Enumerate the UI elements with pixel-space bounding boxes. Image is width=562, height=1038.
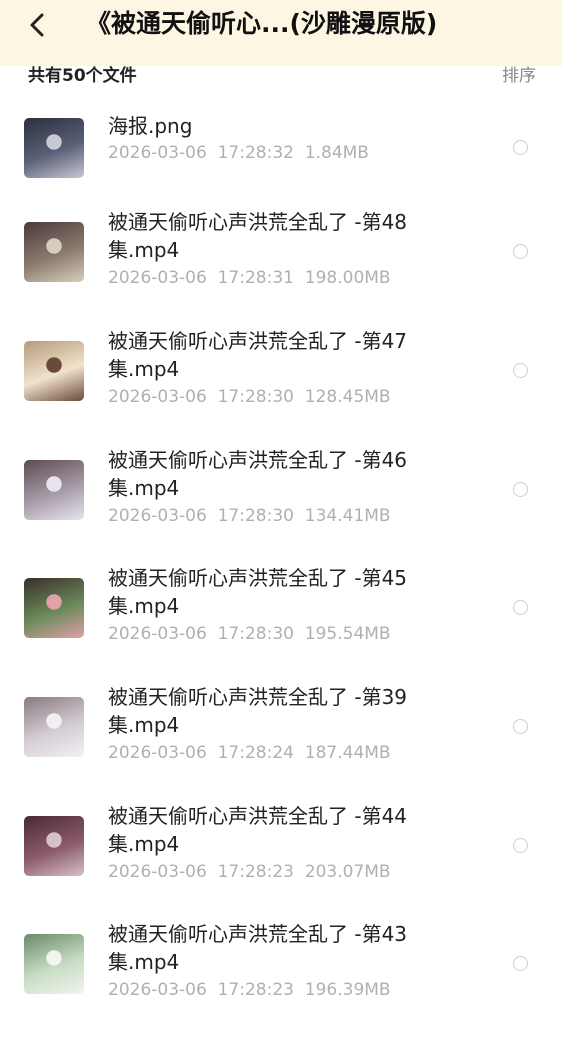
file-time: 17:28:23 xyxy=(217,862,294,882)
file-time: 17:28:32 xyxy=(217,143,294,163)
chevron-left-icon xyxy=(30,13,44,37)
file-date: 2026-03-06 xyxy=(108,980,207,1000)
file-thumbnail xyxy=(24,222,84,282)
select-radio[interactable] xyxy=(513,838,528,853)
file-date: 2026-03-06 xyxy=(108,624,207,644)
file-name: 被通天偷听心声洪荒全乱了 -第44 xyxy=(108,804,408,828)
select-radio[interactable] xyxy=(513,244,528,259)
file-name: 被通天偷听心声洪荒全乱了 -第46 xyxy=(108,448,408,472)
file-date: 2026-03-06 xyxy=(108,506,207,526)
file-name-continued: 集.mp4 xyxy=(108,238,180,262)
file-size: 196.39MB xyxy=(304,980,391,1000)
file-time: 17:28:30 xyxy=(217,387,294,407)
file-list-item[interactable]: 被通天偷听心声洪荒全乱了 -第39 集.mp4 2026-03-06 17:28:2… xyxy=(0,683,562,801)
file-date: 2026-03-06 xyxy=(108,743,207,763)
file-size: 203.07MB xyxy=(304,862,391,882)
file-size: 198.00MB xyxy=(304,268,391,288)
file-meta: 2026-03-06 17:28:30 195.54MB xyxy=(108,622,391,646)
page-title: 《被通天偷听心...(沙雕漫原版) xyxy=(86,9,438,38)
file-name: 被通天偷听心声洪荒全乱了 -第39 xyxy=(108,685,408,709)
file-thumbnail xyxy=(24,578,84,638)
select-radio[interactable] xyxy=(513,363,528,378)
file-date: 2026-03-06 xyxy=(108,268,207,288)
file-date: 2026-03-06 xyxy=(108,862,207,882)
file-name-continued: 集.mp4 xyxy=(108,832,180,856)
file-name-continued: 集.mp4 xyxy=(108,950,180,974)
file-time: 17:28:30 xyxy=(217,506,294,526)
file-meta: 2026-03-06 17:28:23 203.07MB xyxy=(108,860,391,884)
file-name-continued: 集.mp4 xyxy=(108,357,180,381)
select-radio[interactable] xyxy=(513,719,528,734)
file-meta: 2026-03-06 17:28:24 187.44MB xyxy=(108,741,391,765)
file-size: 128.45MB xyxy=(304,387,391,407)
file-date: 2026-03-06 xyxy=(108,387,207,407)
file-thumbnail xyxy=(24,118,84,178)
file-thumbnail xyxy=(24,341,84,401)
file-list-item[interactable]: 被通天偷听心声洪荒全乱了 -第45 集.mp4 2026-03-06 17:28:3… xyxy=(0,564,562,682)
file-date: 2026-03-06 xyxy=(108,143,207,163)
select-radio[interactable] xyxy=(513,956,528,971)
file-time: 17:28:31 xyxy=(217,268,294,288)
file-list-item[interactable]: 被通天偷听心声洪荒全乱了 -第48 集.mp4 2026-03-06 17:28:3… xyxy=(0,208,562,326)
file-name: 被通天偷听心声洪荒全乱了 -第43 xyxy=(108,922,408,946)
file-time: 17:28:30 xyxy=(217,624,294,644)
select-radio[interactable] xyxy=(513,140,528,155)
file-time: 17:28:24 xyxy=(217,743,294,763)
file-meta: 2026-03-06 17:28:30 128.45MB xyxy=(108,385,391,409)
file-size: 134.41MB xyxy=(304,506,391,526)
select-radio[interactable] xyxy=(513,600,528,615)
app-header: 《被通天偷听心...(沙雕漫原版) xyxy=(0,0,562,66)
file-name-continued: 集.mp4 xyxy=(108,713,180,737)
file-name: 被通天偷听心声洪荒全乱了 -第48 xyxy=(108,210,408,234)
select-radio[interactable] xyxy=(513,482,528,497)
file-meta: 2026-03-06 17:28:23 196.39MB xyxy=(108,978,391,1002)
file-thumbnail xyxy=(24,697,84,757)
file-time: 17:28:23 xyxy=(217,980,294,1000)
file-meta: 2026-03-06 17:28:30 134.41MB xyxy=(108,504,391,528)
file-count-label: 共有50个文件 xyxy=(28,66,137,86)
file-name-continued: 集.mp4 xyxy=(108,594,180,618)
sort-button[interactable]: 排序 xyxy=(502,64,536,88)
file-name: 海报.png xyxy=(108,114,193,138)
file-list-item[interactable]: 被通天偷听心声洪荒全乱了 -第46 集.mp4 2026-03-06 17:28:3… xyxy=(0,446,562,564)
file-name: 被通天偷听心声洪荒全乱了 -第47 xyxy=(108,329,408,353)
file-meta: 2026-03-06 17:28:31 198.00MB xyxy=(108,266,391,290)
file-size: 187.44MB xyxy=(304,743,391,763)
back-button[interactable] xyxy=(22,10,52,40)
file-meta: 2026-03-06 17:28:32 1.84MB xyxy=(108,141,369,165)
file-list-item[interactable]: 被通天偷听心声洪荒全乱了 -第43 集.mp4 2026-03-06 17:28:2… xyxy=(0,920,562,1038)
file-name: 被通天偷听心声洪荒全乱了 -第45 xyxy=(108,566,408,590)
file-thumbnail xyxy=(24,934,84,994)
file-size: 1.84MB xyxy=(304,143,369,163)
file-thumbnail xyxy=(24,816,84,876)
file-size: 195.54MB xyxy=(304,624,391,644)
file-list-item[interactable]: 被通天偷听心声洪荒全乱了 -第44 集.mp4 2026-03-06 17:28:2… xyxy=(0,802,562,920)
file-list-item[interactable]: 被通天偷听心声洪荒全乱了 -第47 集.mp4 2026-03-06 17:28:3… xyxy=(0,327,562,445)
file-name-continued: 集.mp4 xyxy=(108,476,180,500)
file-thumbnail xyxy=(24,460,84,520)
